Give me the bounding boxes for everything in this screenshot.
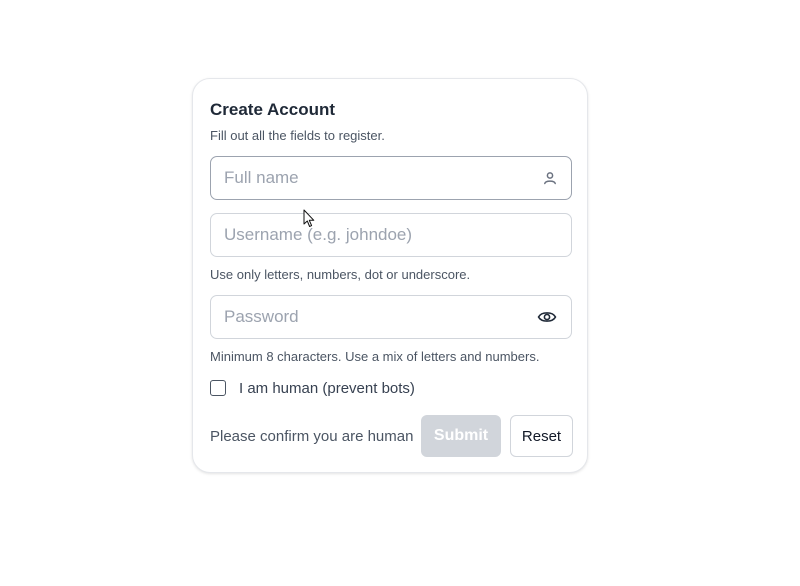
password-hint: Minimum 8 characters. Use a mix of lette… <box>210 349 540 364</box>
submit-button[interactable]: Submit <box>421 415 501 457</box>
human-check-row[interactable]: I am human (prevent bots) <box>210 379 415 397</box>
reset-button[interactable]: Reset <box>510 415 573 457</box>
password-field <box>210 295 572 339</box>
mouse-cursor-icon <box>303 209 315 227</box>
human-checkbox[interactable] <box>210 380 226 396</box>
username-input[interactable] <box>211 214 571 256</box>
username-field <box>210 213 572 257</box>
form-subtitle: Fill out all the fields to register. <box>210 128 385 143</box>
form-title: Create Account <box>210 100 336 119</box>
confirm-human-message: Please confirm you are human <box>210 428 414 445</box>
create-account-card: Create Account Fill out all the fields t… <box>192 78 588 473</box>
password-input[interactable] <box>211 296 571 338</box>
full-name-field <box>210 156 572 200</box>
human-checkbox-label: I am human (prevent bots) <box>239 379 415 397</box>
username-hint: Use only letters, numbers, dot or unders… <box>210 267 471 282</box>
full-name-input[interactable] <box>211 157 571 199</box>
user-icon <box>543 171 557 185</box>
eye-icon[interactable] <box>537 310 557 324</box>
